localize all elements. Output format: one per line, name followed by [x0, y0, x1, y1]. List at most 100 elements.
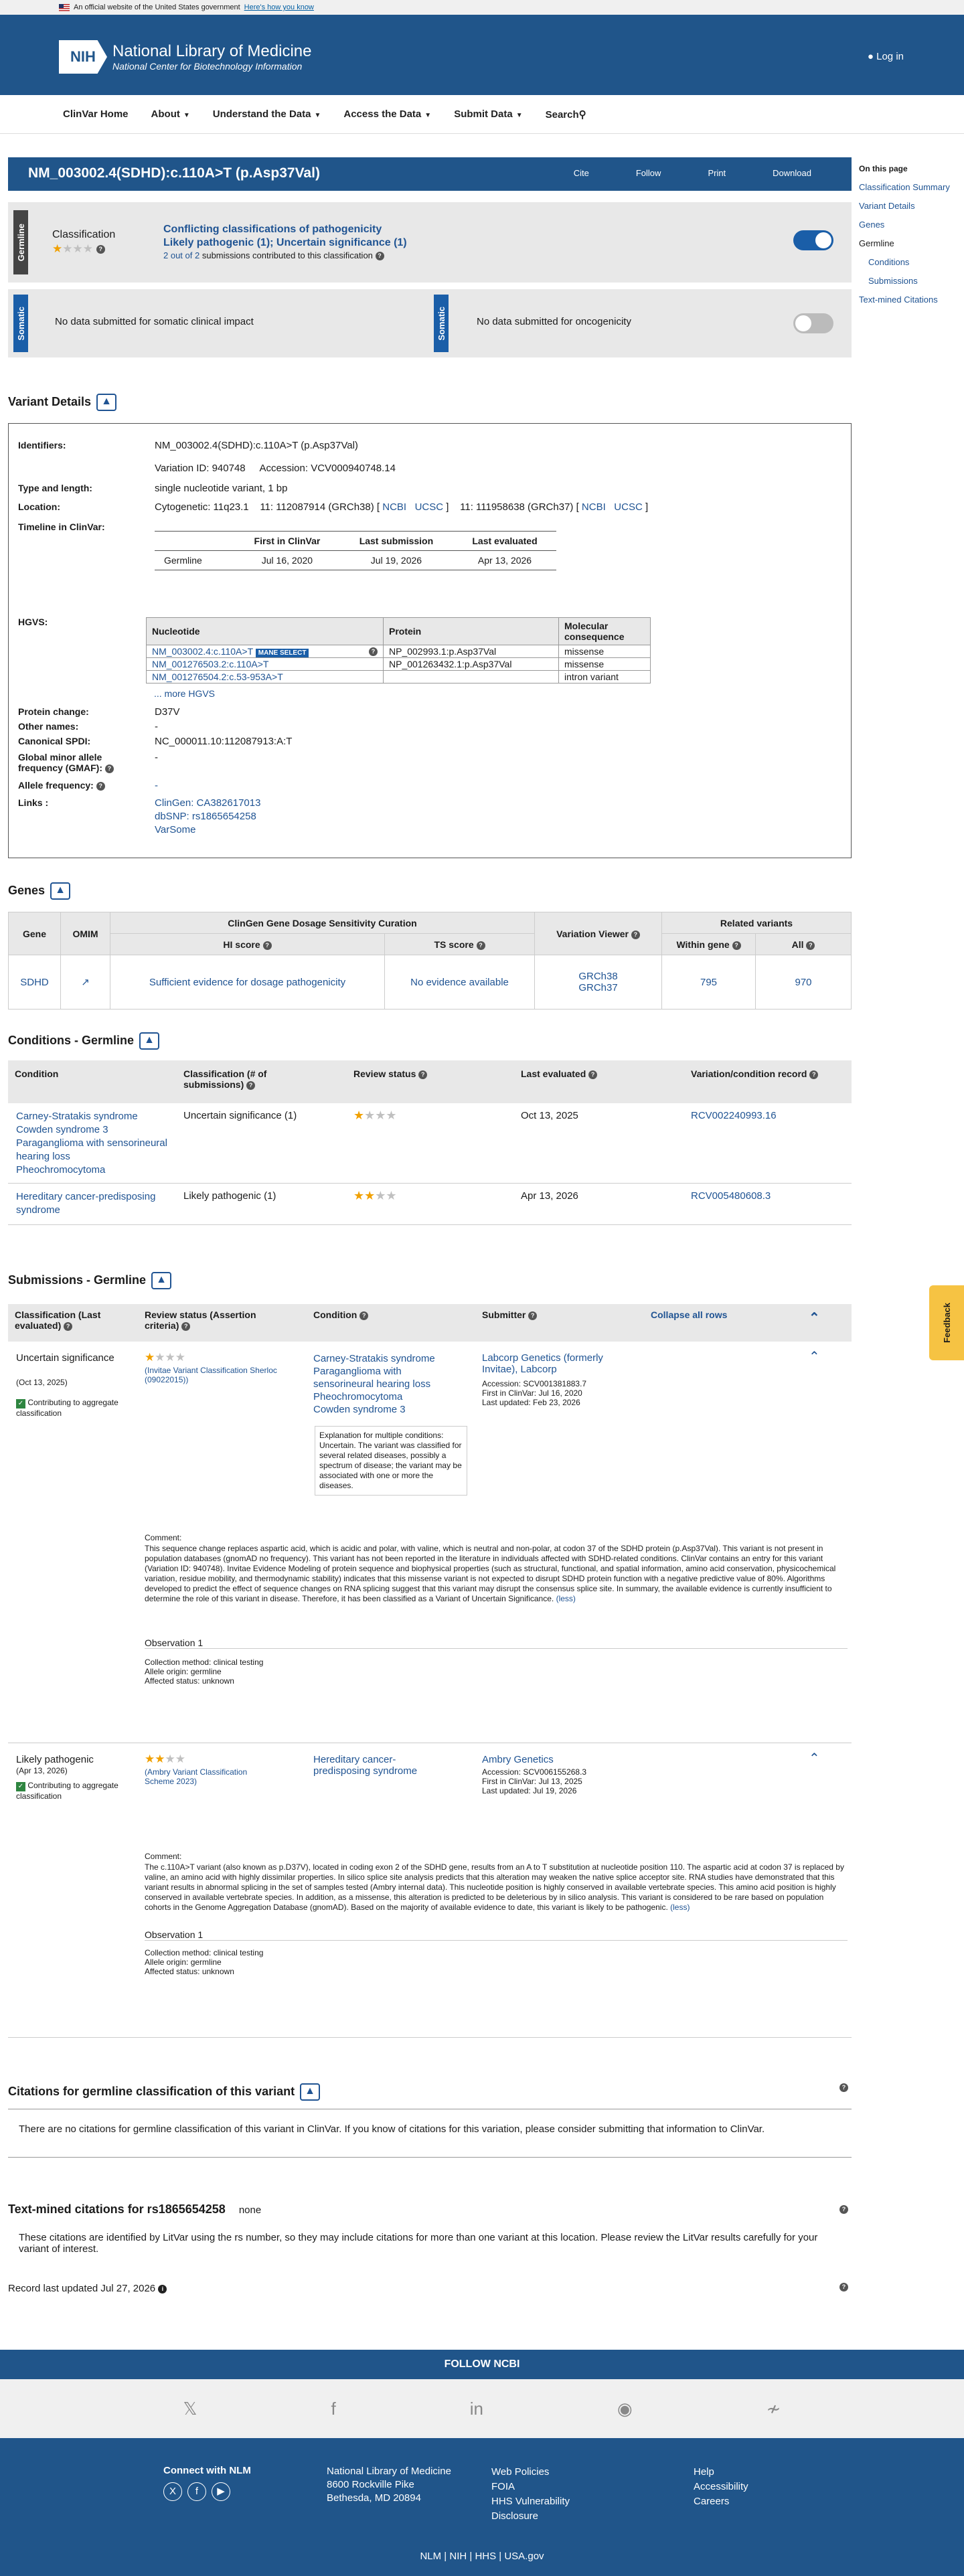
- youtube-icon[interactable]: ▶: [212, 2482, 230, 2501]
- nlm-logo[interactable]: NIH National Library of Medicine National …: [59, 40, 311, 74]
- assertion-criteria-link[interactable]: (Invitae Variant Classification Sherloc …: [145, 1366, 278, 1384]
- varsome-link[interactable]: VarSome: [155, 824, 195, 835]
- help-icon[interactable]: ?: [839, 2083, 848, 2092]
- germline-toggle[interactable]: [793, 230, 833, 250]
- download-button[interactable]: Download: [773, 168, 811, 178]
- hi-score-link[interactable]: Sufficient evidence for dosage pathogeni…: [110, 955, 385, 1010]
- nav-understand[interactable]: Understand the Data ▼: [213, 108, 321, 120]
- spdi-value: NC_000011.10:112087913:A:T: [155, 736, 293, 747]
- print-button[interactable]: Print: [708, 168, 726, 178]
- other-names-value: -: [155, 721, 158, 732]
- submission-text: submissions contributed to this classifi…: [202, 250, 373, 260]
- text-mined-heading: Text-mined citations for rs1865654258 no…: [8, 2202, 262, 2216]
- otp-genes[interactable]: Genes: [859, 216, 950, 234]
- citations-heading: Citations for germline classification of…: [8, 2083, 321, 2101]
- conflict-link[interactable]: Conflicting classifications of pathogeni…: [163, 224, 382, 236]
- x-twitter-icon[interactable]: X: [163, 2482, 182, 2501]
- hgvs-row: NM_001276504.2:c.53-953A>T intron variant: [146, 670, 651, 683]
- rcv-link[interactable]: RCV002240993.16: [691, 1110, 777, 1121]
- oncogenicity-tab: Somatic: [434, 295, 449, 352]
- heres-how-link[interactable]: Here's how you know: [244, 3, 314, 11]
- condition-link[interactable]: Pheochromocytoma: [16, 1163, 170, 1177]
- cite-button[interactable]: Cite: [574, 168, 589, 178]
- gene-link[interactable]: SDHD: [8, 955, 61, 1010]
- ncbi-link[interactable]: NCBI: [582, 501, 606, 513]
- nav-about[interactable]: About ▼: [151, 108, 190, 120]
- nav-search[interactable]: Search⚲: [546, 108, 586, 120]
- genes-table: Gene OMIM ClinGen Gene Dosage Sensitivity …: [8, 911, 852, 1010]
- ncbi-link[interactable]: NCBI: [382, 501, 406, 513]
- linkedin-icon[interactable]: in: [470, 2399, 483, 2419]
- external-link-icon[interactable]: ↗: [60, 955, 110, 1010]
- submitter-link[interactable]: Ambry Genetics: [482, 1754, 554, 1765]
- somatic-toggle[interactable]: [793, 313, 833, 333]
- condition-link[interactable]: Carney-Stratakis syndrome: [313, 1352, 461, 1365]
- ts-score-link[interactable]: No evidence available: [384, 955, 535, 1010]
- collapse-all-rows[interactable]: Collapse all rows: [651, 1309, 727, 1320]
- condition-link[interactable]: Carney-Stratakis syndrome: [16, 1110, 170, 1123]
- collapse-variant-button[interactable]: ▲: [96, 394, 117, 411]
- rcv-link[interactable]: RCV005480608.3: [691, 1190, 771, 1202]
- condition-link[interactable]: Cowden syndrome 3: [313, 1403, 461, 1416]
- condition-link[interactable]: Hereditary cancer-predisposing syndrome: [16, 1190, 170, 1217]
- links-label: Links :: [18, 797, 49, 808]
- login-button[interactable]: ● Log in: [868, 51, 904, 62]
- facebook-icon[interactable]: f: [331, 2399, 335, 2419]
- otp-conditions[interactable]: Conditions: [859, 253, 950, 272]
- within-gene-link[interactable]: 795: [661, 955, 756, 1010]
- ucsc-link[interactable]: UCSC: [614, 501, 643, 513]
- hgvs-nucleotide-link[interactable]: NM_001276504.2:c.53-953A>T: [152, 671, 283, 682]
- x-twitter-icon[interactable]: 𝕏: [183, 2399, 197, 2419]
- nav-clinvar-home[interactable]: ClinVar Home: [63, 108, 129, 120]
- condition-link[interactable]: Hereditary cancer-predisposing syndrome: [313, 1754, 447, 1777]
- hgvs-row: NM_001276503.2:c.110A>T NP_001263432.1:p.…: [146, 657, 651, 671]
- github-icon[interactable]: ◉: [617, 2399, 633, 2419]
- chevron-up-icon[interactable]: ⌃: [809, 1750, 820, 1767]
- condition-link[interactable]: Paraganglioma with sensorineural hearing…: [16, 1137, 170, 1163]
- classification-detail[interactable]: Likely pathogenic (1); Uncertain signifi…: [163, 237, 407, 249]
- more-hgvs-link[interactable]: ... more HGVS: [154, 688, 215, 699]
- clingen-link[interactable]: ClinGen: CA382617013: [155, 797, 260, 809]
- main-nav: ClinVar Home About ▼ Understand the Data ▼…: [0, 95, 964, 134]
- otp-text-mined[interactable]: Text-mined Citations: [859, 291, 950, 309]
- hgvs-nucleotide-link[interactable]: NM_001276503.2:c.110A>T: [152, 659, 268, 669]
- grch38-link[interactable]: GRCh38: [535, 971, 661, 982]
- otp-submissions[interactable]: Submissions: [859, 272, 950, 291]
- facebook-icon[interactable]: f: [187, 2482, 206, 2501]
- nav-submit[interactable]: Submit Data ▼: [454, 108, 522, 120]
- condition-link[interactable]: Paraganglioma with sensorineural hearing…: [313, 1365, 461, 1390]
- otp-classification-summary[interactable]: Classification Summary: [859, 178, 950, 197]
- feedback-button[interactable]: Feedback: [929, 1285, 964, 1360]
- hgvs-table: Nucleotide Protein Molecular consequence N…: [146, 617, 651, 683]
- submission-count-link[interactable]: 2 out of 2: [163, 250, 199, 260]
- condition-link[interactable]: Pheochromocytoma: [313, 1390, 461, 1403]
- dbsnp-link[interactable]: dbSNP: rs1865654258: [155, 811, 256, 822]
- help-icon[interactable]: ?: [839, 2205, 848, 2214]
- chevron-up-icon[interactable]: ⌃: [809, 1348, 820, 1365]
- grch37-link[interactable]: GRCh37: [535, 982, 661, 993]
- less-link[interactable]: (less): [556, 1594, 576, 1603]
- text-mined-text: These citations are identified by LitVar…: [19, 2232, 818, 2255]
- login-label: Log in: [876, 51, 904, 62]
- rss-icon[interactable]: ≁: [767, 2399, 781, 2419]
- chevron-up-icon[interactable]: ⌃: [809, 1309, 820, 1326]
- assertion-criteria-link[interactable]: (Ambry Variant Classification Scheme 202…: [145, 1767, 278, 1786]
- nav-access[interactable]: Access the Data ▼: [343, 108, 431, 120]
- all-variants-link[interactable]: 970: [755, 955, 852, 1010]
- ucsc-link[interactable]: UCSC: [415, 501, 444, 513]
- collapse-submissions-button[interactable]: ▲: [151, 1272, 172, 1289]
- collapse-citations-button[interactable]: ▲: [300, 2083, 321, 2101]
- hgvs-nucleotide-link[interactable]: NM_003002.4:c.110A>T: [152, 646, 253, 657]
- condition-link[interactable]: Cowden syndrome 3: [16, 1123, 170, 1137]
- submitter-link[interactable]: Labcorp Genetics (formerly Invitae), Lab…: [482, 1352, 636, 1375]
- otp-variant-details[interactable]: Variant Details: [859, 197, 950, 216]
- location-label: Location:: [18, 501, 60, 512]
- site-title: National Library of Medicine: [112, 42, 312, 60]
- collapse-conditions-button[interactable]: ▲: [139, 1032, 160, 1050]
- help-icon[interactable]: ?: [839, 2283, 848, 2291]
- less-link[interactable]: (less): [670, 1903, 690, 1912]
- collapse-genes-button[interactable]: ▲: [50, 882, 71, 900]
- spdi-label: Canonical SPDI:: [18, 736, 91, 746]
- variation-ids: Variation ID: 940748 Accession: VCV00094…: [155, 463, 396, 474]
- follow-button[interactable]: Follow: [636, 168, 661, 178]
